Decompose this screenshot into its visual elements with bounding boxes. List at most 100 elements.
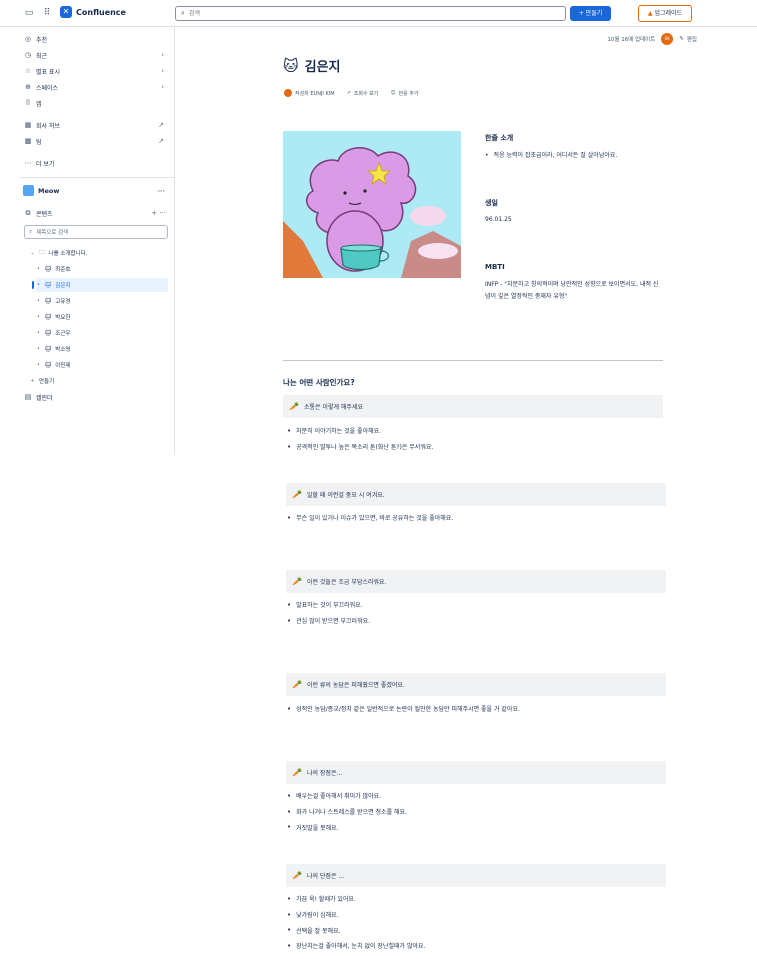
views-link[interactable]: ↗ 조회수 보기 [347, 90, 379, 97]
list-work-values: 무슨 일이 있거나 이슈가 있으면, 바로 공유하는 것을 좋아해요. [287, 510, 453, 526]
bullet-icon: • [37, 282, 40, 288]
bullet-icon: • [37, 346, 40, 352]
tree-item-child[interactable]: • 🐱 박요한 [36, 310, 168, 324]
space-header[interactable]: Meow ··· [23, 185, 165, 196]
external-link-icon: ↗ [158, 121, 164, 129]
bullet-icon: • [37, 362, 40, 368]
tree-item-child[interactable]: • 🐱 조근우 [36, 326, 168, 340]
add-and-more-icon[interactable]: + ··· [151, 209, 166, 217]
chevron-down-icon: ⌄ [30, 250, 35, 256]
carrot-emoji-icon: 🥕 [289, 402, 299, 411]
sidebar-toggle-icon[interactable]: ▭ [24, 8, 34, 18]
bullet-icon: • [37, 266, 40, 272]
compass-icon: ◎ [24, 35, 32, 43]
plus-icon: + [30, 378, 35, 384]
list-item: 화가 나거나 스트레스를 받으면 청소를 해요. [287, 804, 407, 820]
carrot-emoji-icon: 🥕 [292, 871, 302, 880]
tree-create-button[interactable]: + 만들기 [30, 374, 168, 388]
tree-item-child-active[interactable]: • 🐱 김은지 [36, 278, 168, 292]
tree-item-child[interactable]: • 🐱 이민제 [36, 358, 168, 372]
upgrade-icon: ▲ [647, 10, 653, 17]
carrot-emoji-icon: 🥕 [292, 680, 302, 689]
cat-emoji-icon: 🐱 [45, 297, 52, 305]
birthday-block: 생일 96.01.25 [485, 198, 665, 223]
list-item: 거짓말을 못해요. [287, 819, 407, 835]
tree-search-field[interactable]: ⌕ 제목으로 검색 [24, 225, 168, 239]
content-icon: ⧉ [25, 208, 31, 217]
search-bar[interactable]: ⌕ [175, 6, 566, 21]
sidebar-item-company-hub[interactable]: ▦ 회사 허브 ↗ [24, 119, 164, 131]
sidebar-item-recent[interactable]: ◷ 최근 › [24, 49, 164, 61]
list-item: 가끔 욱! 할때가 있어요. [287, 891, 425, 907]
tree-item-child[interactable]: • 🐱 박소영 [36, 342, 168, 356]
list-item: 선택을 잘 못해요. [287, 922, 425, 938]
sidebar: ◎ 추천 ◷ 최근 › ☆ 별표 표시 › ⊕ 스페이스 › ⠿ 앱 ▦ 회사 … [0, 27, 175, 455]
sidebar-item-more[interactable]: ⋯ 더 보기 [24, 157, 164, 169]
list-item: 관심 많이 받으면 부끄러워요. [287, 613, 370, 629]
search-input[interactable] [188, 10, 549, 17]
carrot-emoji-icon: 🥕 [292, 577, 302, 586]
sidebar-item-apps[interactable]: ⠿ 앱 [24, 97, 164, 109]
tree-item-child[interactable]: • 🐱 최준호 [36, 262, 168, 276]
cat-emoji-icon: 🐱 [45, 313, 52, 321]
building-icon: ▦ [24, 121, 32, 129]
panel-communication: 🥕 소통은 이렇게 해주세요 [283, 395, 663, 418]
author-link[interactable]: 작성자 EUNJI KIM [284, 89, 335, 97]
last-updated: 10월 16에 업데이트 [607, 37, 656, 43]
cat-emoji-icon: 🐱 [283, 56, 299, 75]
clock-icon: ◷ [24, 51, 32, 59]
cat-emoji-icon: 🐱 [45, 265, 52, 273]
bullet-icon: • [37, 298, 40, 304]
tree-item-parent[interactable]: ⌄ 🗀 나를 소개합니다. [30, 246, 168, 260]
bullet-icon: • [37, 330, 40, 336]
list-item: 공격적인 말투나 높은 목소리 톤(화난 톤?)은 무서워요. [287, 439, 433, 455]
list-item: 발표하는 것이 부끄러워요. [287, 597, 370, 613]
add-reaction-button[interactable]: ☺ 반응 추가 [390, 90, 418, 97]
sidebar-item-calendar[interactable]: ▤ 캘린더 [24, 391, 164, 403]
tree-item-child[interactable]: • 🐱 고유경 [36, 294, 168, 308]
list-communication: 차분히 이야기하는 것을 좋아해요. 공격적인 말투나 높은 목소리 톤(화난 … [287, 423, 433, 454]
sidebar-item-recommended[interactable]: ◎ 추천 [24, 33, 164, 45]
mbti-text: INFP - "차분하고 창의적이며 낭만적인 성향으로 보이면서도, 내적 신… [485, 281, 659, 300]
list-jokes: 성적인 농담/종교/정치 같은 일반적으로 논란이 될만한 농담만 피해주시면 … [287, 701, 520, 717]
sidebar-item-content[interactable]: ⧉ 콘텐츠 + ··· [24, 207, 167, 219]
create-button[interactable]: + 만들기 [570, 6, 611, 21]
top-navigation-bar: ▭ ⠿ ✕ Confluence ⌕ + 만들기 ▲ 업그레이드 [0, 0, 757, 27]
chart-icon: ↗ [346, 90, 351, 96]
avatar[interactable]: EK [661, 33, 674, 45]
section-divider [283, 360, 663, 361]
active-indicator [32, 281, 34, 289]
sidebar-item-team[interactable]: ▩ 팀 ↗ [24, 135, 164, 147]
mbti-heading: MBTI [485, 263, 505, 271]
lumpy-space-princess-illustration [283, 131, 461, 278]
chevron-right-icon: › [161, 83, 164, 91]
list-item: 성적인 농담/종교/정치 같은 일반적으로 논란이 될만한 농담만 피해주시면 … [287, 701, 520, 717]
list-item: 낯가림이 심해요. [287, 907, 425, 923]
apps-icon: ⠿ [25, 99, 31, 107]
panel-burdens: 🥕 이런 것들은 조금 부담스러워요. [286, 570, 666, 593]
upgrade-button[interactable]: ▲ 업그레이드 [638, 5, 692, 22]
star-icon: ☆ [24, 67, 32, 75]
cat-emoji-icon: 🐱 [45, 329, 52, 337]
intro-text: 적응 능력이 잡초급이라, 어디서든 잘 살아남아요. [485, 151, 665, 161]
sidebar-item-spaces[interactable]: ⊕ 스페이스 › [24, 81, 164, 93]
chevron-right-icon: › [161, 51, 164, 59]
more-icon: ⋯ [24, 159, 32, 167]
confluence-logo[interactable]: ✕ Confluence [60, 6, 126, 18]
profile-image [283, 131, 461, 278]
app-switcher-icon[interactable]: ⠿ [42, 8, 52, 18]
search-icon: ⌕ [29, 228, 33, 235]
more-icon[interactable]: ··· [158, 187, 165, 195]
page-meta-row: 10월 16에 업데이트 EK ✎ 편집 [607, 33, 697, 45]
carrot-emoji-icon: 🥕 [292, 490, 302, 499]
birthday-heading: 생일 [485, 199, 498, 207]
page-title: 🐱 김은지 [283, 56, 341, 76]
chevron-right-icon: › [161, 67, 164, 75]
sidebar-item-starred[interactable]: ☆ 별표 표시 › [24, 65, 164, 77]
list-item: 무슨 일이 있거나 이슈가 있으면, 바로 공유하는 것을 좋아해요. [287, 510, 453, 526]
edit-button[interactable]: ✎ 편집 [679, 35, 697, 43]
list-burdens: 발표하는 것이 부끄러워요. 관심 많이 받으면 부끄러워요. [287, 597, 370, 628]
avatar [284, 89, 292, 97]
emoji-add-icon: ☺ [390, 90, 396, 96]
folder-icon: 🗀 [39, 249, 45, 256]
